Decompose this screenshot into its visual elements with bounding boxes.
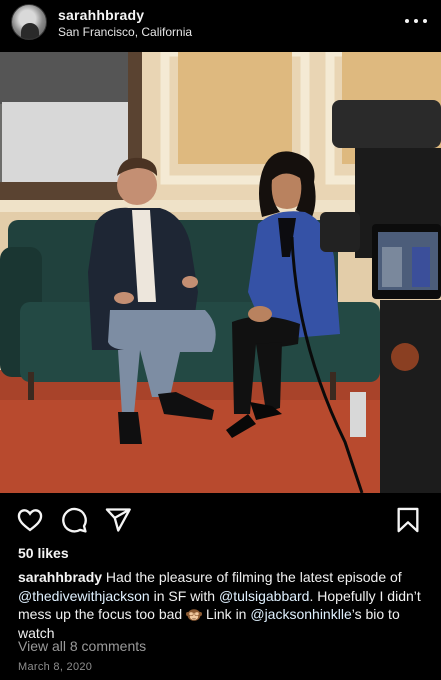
see-no-evil-monkey-emoji: [186, 609, 203, 621]
action-bar: [0, 500, 441, 540]
post-photo[interactable]: [0, 52, 441, 493]
caption-text-1: Had the pleasure of filming the latest e…: [102, 569, 402, 585]
paper-plane-icon[interactable]: [104, 506, 132, 534]
heart-icon[interactable]: [16, 506, 44, 534]
post-location[interactable]: San Francisco, California: [58, 25, 192, 39]
post-date: March 8, 2020: [18, 661, 93, 673]
mention-thedivewithjackson[interactable]: @thedivewithjackson: [18, 588, 150, 604]
caption-username[interactable]: sarahhbrady: [18, 569, 102, 585]
likes-count[interactable]: 50 likes: [18, 545, 69, 561]
caption-text-4: Link in: [202, 606, 251, 622]
post-header: sarahhbrady San Francisco, California: [0, 0, 441, 52]
view-all-comments-link[interactable]: View all 8 comments: [18, 638, 146, 654]
interview-scene-image: [0, 52, 441, 493]
post-username[interactable]: sarahhbrady: [58, 7, 144, 23]
mention-tulsigabbard[interactable]: @tulsigabbard: [219, 588, 310, 604]
more-options-icon[interactable]: [405, 12, 427, 30]
comment-bubble-icon[interactable]: [60, 506, 88, 534]
avatar[interactable]: [11, 4, 47, 40]
caption-text-2: in SF with: [149, 587, 219, 604]
mention-jacksonhinklle[interactable]: @jacksonhinklle: [250, 606, 351, 622]
bookmark-icon[interactable]: [394, 506, 422, 534]
post-caption: sarahhbrady Had the pleasure of filming …: [18, 568, 428, 642]
